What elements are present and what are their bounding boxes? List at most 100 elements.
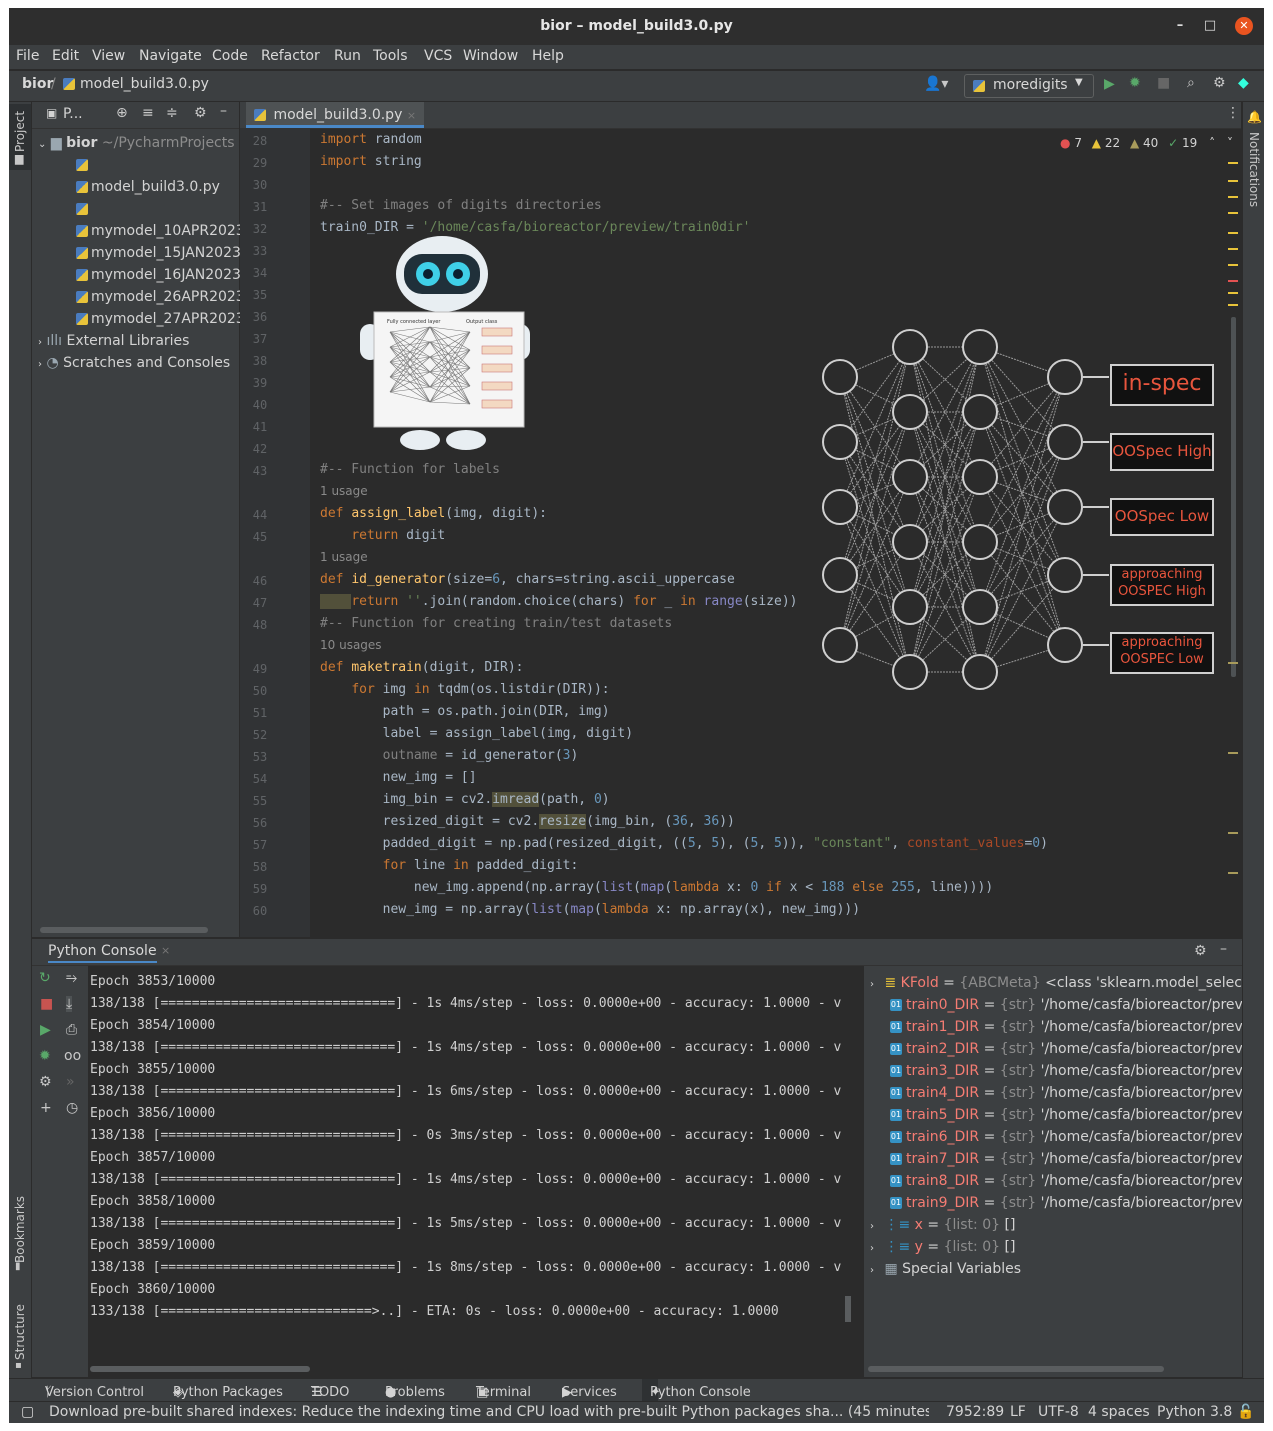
- code-line[interactable]: #-- Function for labels: [320, 462, 500, 477]
- code-line[interactable]: for line in padded_digit:: [320, 858, 579, 873]
- minimize-button[interactable]: –: [1171, 17, 1189, 35]
- code-line[interactable]: return ''.join(random.choice(chars) for …: [320, 594, 797, 609]
- tree-file[interactable]: [76, 154, 91, 176]
- locate-icon[interactable]: ⊕: [116, 105, 128, 121]
- print-icon[interactable]: ⎙: [66, 1022, 77, 1038]
- code-line[interactable]: new_img.append(np.array(list(map(lambda …: [320, 880, 993, 895]
- file-encoding[interactable]: UTF-8: [1038, 1404, 1079, 1420]
- caret-position[interactable]: 7952:89: [946, 1404, 1004, 1420]
- breadcrumb-project[interactable]: bior: [22, 76, 53, 92]
- error-stripe[interactable]: [1226, 152, 1240, 912]
- gear-icon[interactable]: ⚙: [1213, 75, 1226, 91]
- stop-icon[interactable]: ■: [40, 996, 53, 1012]
- variable-row[interactable]: › ≣ KFold = {ABCMeta} <class 'sklearn.mo…: [870, 972, 1242, 994]
- vertical-scrollbar[interactable]: [845, 1296, 851, 1322]
- python-interpreter[interactable]: Python 3.8: [1157, 1404, 1232, 1420]
- soft-wrap-icon[interactable]: ⥱: [66, 970, 77, 986]
- rerun-icon[interactable]: ↻: [39, 970, 51, 986]
- horizontal-scrollbar[interactable]: [868, 1366, 1164, 1372]
- code-line[interactable]: path = os.path.join(DIR, img): [320, 704, 610, 719]
- maximize-button[interactable]: □: [1201, 17, 1219, 35]
- editor-tab[interactable]: model_build3.0.py ×: [246, 102, 425, 128]
- status-panel-icon[interactable]: ▢: [21, 1404, 34, 1420]
- code-line[interactable]: outname = id_generator(3): [320, 748, 579, 763]
- jetbrains-logo-icon[interactable]: ◆: [1238, 75, 1249, 91]
- structure-tool-tab[interactable]: Structure ▪: [9, 1300, 31, 1372]
- menu-view[interactable]: View: [92, 48, 125, 64]
- usage-hint[interactable]: 10 usages: [320, 638, 382, 652]
- code-line[interactable]: new_img = np.array(list(map(lambda x: np…: [320, 902, 860, 917]
- line-separator[interactable]: LF: [1010, 1404, 1026, 1420]
- menu-edit[interactable]: Edit: [52, 48, 79, 64]
- tree-file[interactable]: mymodel_26APR2023: [76, 286, 245, 308]
- settings-icon[interactable]: ⚙: [39, 1074, 52, 1090]
- code-line[interactable]: def assign_label(img, digit):: [320, 506, 547, 521]
- code-line[interactable]: resized_digit = cv2.resize(img_bin, (36,…: [320, 814, 735, 829]
- menu-navigate[interactable]: Navigate: [139, 48, 202, 64]
- stop-icon[interactable]: ■: [1157, 75, 1170, 91]
- add-icon[interactable]: +: [40, 1100, 52, 1116]
- code-line[interactable]: import random: [320, 132, 422, 147]
- variable-row[interactable]: 01 train6_DIR = {str} '/home/casfa/biorea…: [890, 1126, 1242, 1148]
- run-config-selector[interactable]: moredigits ▼: [964, 74, 1094, 98]
- tree-scratches[interactable]: › ◔ Scratches and Consoles: [38, 352, 230, 374]
- chevron-up-icon[interactable]: ˄: [1209, 136, 1215, 150]
- debug-icon[interactable]: ✹: [39, 1048, 51, 1064]
- menu-code[interactable]: Code: [212, 48, 248, 64]
- lock-icon[interactable]: 🔓: [1237, 1404, 1254, 1420]
- variable-row[interactable]: 01 train5_DIR = {str} '/home/casfa/biorea…: [890, 1104, 1242, 1126]
- search-icon[interactable]: ⌕: [1187, 75, 1195, 91]
- variable-row[interactable]: › ⋮≡ x = {list: 0} []: [870, 1214, 1015, 1236]
- user-icon[interactable]: 👤▾: [924, 76, 948, 92]
- variable-row[interactable]: 01 train9_DIR = {str} '/home/casfa/biorea…: [890, 1192, 1242, 1214]
- variable-row[interactable]: 01 train2_DIR = {str} '/home/casfa/biorea…: [890, 1038, 1242, 1060]
- indent-setting[interactable]: 4 spaces: [1088, 1404, 1150, 1420]
- menu-refactor[interactable]: Refactor: [261, 48, 320, 64]
- code-line[interactable]: img_bin = cv2.imread(path, 0): [320, 792, 610, 807]
- inspection-widget[interactable]: ● 7 ▲ 22 ▲ 40 ✓ 19 ˄ ˅: [1060, 136, 1233, 150]
- collapse-all-icon[interactable]: ≑: [166, 105, 178, 121]
- code-line[interactable]: import string: [320, 154, 422, 169]
- code-line[interactable]: return digit: [320, 528, 445, 543]
- tree-root[interactable]: ⌄ ▆ bior ~/PycharmProjects: [38, 132, 235, 154]
- tree-file[interactable]: [76, 198, 91, 220]
- tree-file[interactable]: mymodel_16JAN2023: [76, 264, 241, 286]
- console-title[interactable]: Python Console: [48, 943, 157, 963]
- tree-file[interactable]: model_build3.0.py: [76, 176, 220, 198]
- code-line[interactable]: for img in tqdm(os.listdir(DIR)):: [320, 682, 609, 697]
- gear-icon[interactable]: ⚙: [1194, 943, 1207, 959]
- close-tab-icon[interactable]: ×: [407, 109, 416, 122]
- horizontal-scrollbar[interactable]: [90, 1366, 310, 1372]
- close-button[interactable]: ✕: [1235, 17, 1253, 35]
- code-line[interactable]: def maketrain(digit, DIR):: [320, 660, 524, 675]
- project-panel-title[interactable]: P...: [63, 106, 83, 122]
- horizontal-scrollbar[interactable]: [40, 927, 208, 933]
- menu-tools[interactable]: Tools: [373, 48, 408, 64]
- variable-row[interactable]: › ⋮≡ y = {list: 0} []: [870, 1236, 1015, 1258]
- tree-file[interactable]: mymodel_10APR2023: [76, 220, 245, 242]
- notifications-label[interactable]: Notifications: [1247, 132, 1261, 207]
- usage-hint[interactable]: 1 usage: [320, 484, 368, 498]
- project-tool-tab[interactable]: Project ▆: [9, 104, 31, 170]
- chevron-down-icon[interactable]: ˅: [1227, 136, 1233, 150]
- tree-file[interactable]: mymodel_27APR2023: [76, 308, 245, 330]
- debug-icon[interactable]: ✹: [1129, 75, 1141, 91]
- expand-all-icon[interactable]: ≡: [142, 105, 154, 121]
- console-output[interactable]: Epoch 3853/10000 138/138 [==============…: [90, 966, 860, 1377]
- show-variables-icon[interactable]: oo: [64, 1048, 81, 1064]
- variable-row[interactable]: 01 train7_DIR = {str} '/home/casfa/biorea…: [890, 1148, 1242, 1170]
- tool-python-console[interactable]: ✦ Python Console: [642, 1379, 751, 1401]
- variable-row[interactable]: › ▦ Special Variables: [870, 1258, 1021, 1280]
- variable-row[interactable]: 01 train3_DIR = {str} '/home/casfa/biorea…: [890, 1060, 1242, 1082]
- code-line[interactable]: #-- Function for creating train/test dat…: [320, 616, 672, 631]
- variable-row[interactable]: 01 train0_DIR = {str} '/home/casfa/biorea…: [890, 994, 1242, 1016]
- history-icon[interactable]: ◷: [66, 1100, 78, 1116]
- menu-vcs[interactable]: VCS: [424, 48, 452, 64]
- gear-icon[interactable]: ⚙: [194, 105, 207, 121]
- scroll-to-end-icon[interactable]: ⤓: [66, 996, 73, 1012]
- status-message[interactable]: Download pre-built shared indexes: Reduc…: [49, 1404, 929, 1420]
- variable-row[interactable]: 01 train1_DIR = {str} '/home/casfa/biorea…: [890, 1016, 1242, 1038]
- more-icon[interactable]: ⋮: [1226, 105, 1240, 121]
- close-tab-icon[interactable]: ×: [161, 944, 170, 957]
- code-line[interactable]: padded_digit = np.pad(resized_digit, ((5…: [320, 836, 1048, 851]
